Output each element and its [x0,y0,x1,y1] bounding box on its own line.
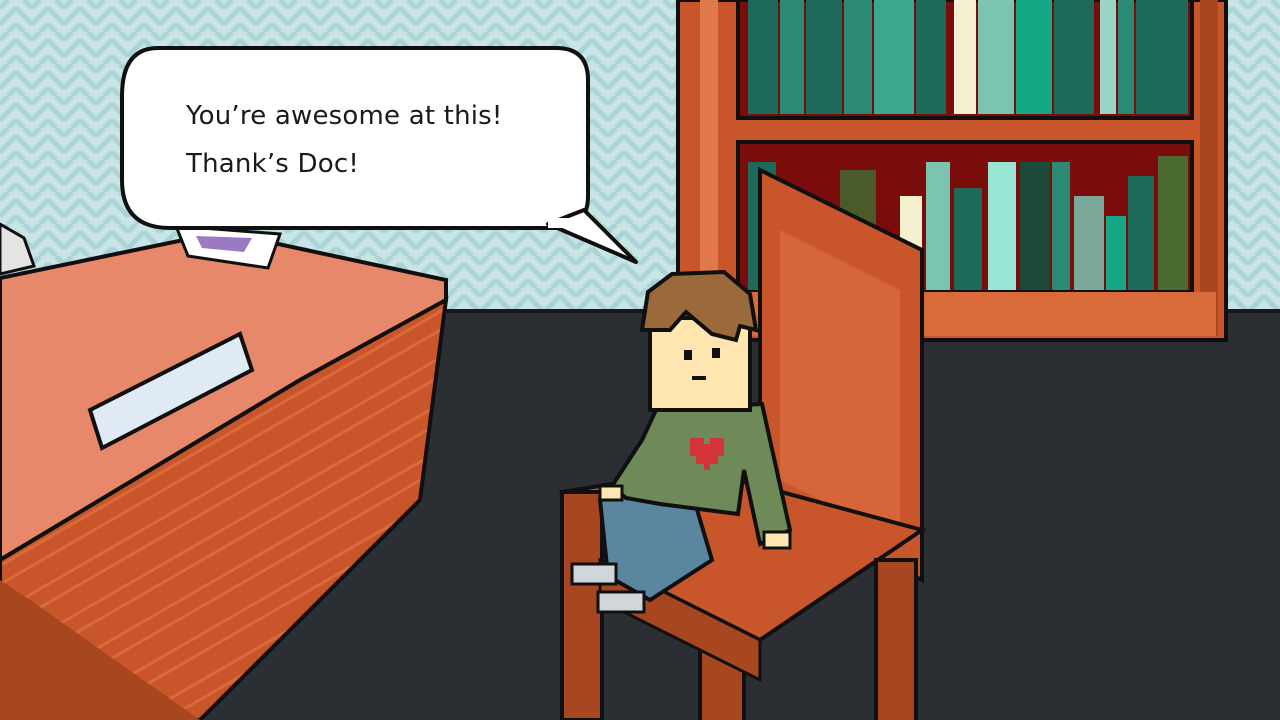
game-scene[interactable]: You’re awesome at this! Thank’s Doc! [0,0,1280,720]
dialogue-line-2: Thank’s Doc! [186,149,359,179]
dialogue-line-1: You’re awesome at this! [186,101,503,131]
books-top [748,0,1188,114]
dialogue-text[interactable]: You’re awesome at this! Thank’s Doc! [186,92,566,188]
